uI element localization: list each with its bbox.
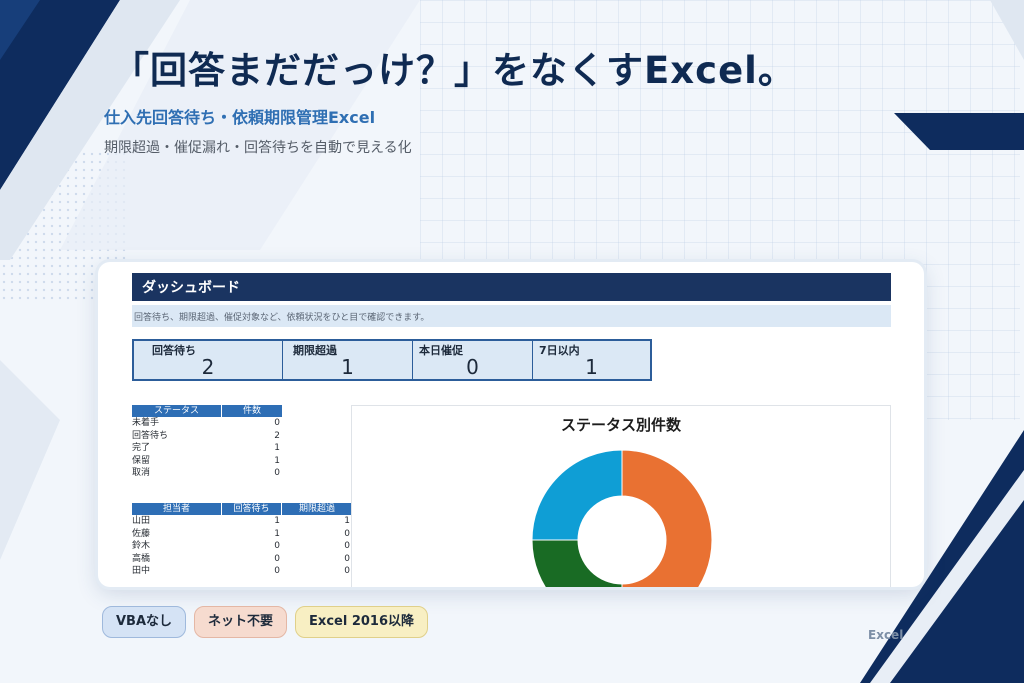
badge-offline: ネット不要 — [194, 606, 288, 638]
table-row: 完了 1 — [132, 442, 282, 455]
owner-table-header: 担当者 回答待ち 期限超過 — [132, 503, 352, 515]
status-table: ステータス 件数 未着手 0 回答待ち 2 完了 1 保留 1 取消 0 — [132, 405, 282, 480]
column-header: 担当者 — [132, 503, 222, 515]
owner-table: 担当者 回答待ち 期限超過 山田 1 1 佐藤 1 0 鈴木 0 0 高橋 0 0 田中 0 0 — [132, 503, 352, 578]
kpi-overdue: 期限超過 1 — [283, 341, 413, 379]
table-cell: 2 — [274, 430, 280, 441]
column-header: 件数 — [242, 406, 261, 416]
column-header: 回答待ち — [222, 503, 282, 515]
dashboard-header: ダッシュボード — [132, 273, 891, 301]
table-row: 佐藤 1 0 — [132, 528, 352, 541]
table-row: 山田 1 1 — [132, 515, 352, 528]
table-cell: 高橋 — [132, 553, 151, 564]
kpi-value: 2 — [201, 355, 215, 379]
table-cell: 佐藤 — [132, 528, 151, 539]
table-cell: 0 — [344, 566, 350, 576]
donut-slice-2 — [531, 449, 623, 541]
kpi-waiting: 回答待ち 2 — [134, 341, 283, 379]
status-chart-panel: ステータス別件数 — [351, 405, 891, 587]
donut-slice-1 — [531, 539, 623, 587]
kpi-within-7-days: 7日以内 1 — [533, 341, 650, 379]
kpi-value: 1 — [341, 355, 354, 379]
table-cell: 山田 — [132, 516, 151, 526]
table-cell: 取消 — [132, 468, 151, 478]
table-row: 保留 1 — [132, 455, 282, 468]
table-cell: 0 — [274, 553, 280, 564]
table-row: 高橋 0 0 — [132, 553, 352, 566]
dashboard-screenshot: ダッシュボード 回答待ち、期限超過、催促対象など、依頼状況をひと目で確認できます… — [98, 262, 924, 587]
table-cell: 保留 — [132, 455, 151, 466]
feature-badges: VBAなし ネット不要 Excel 2016以降 — [102, 606, 428, 638]
table-cell: 1 — [344, 516, 350, 526]
kpi-today-reminder: 本日催促 0 — [413, 341, 533, 379]
table-row: 鈴木 0 0 — [132, 540, 352, 553]
table-row: 未着手 0 — [132, 417, 282, 430]
table-row: 取消 0 — [132, 467, 282, 480]
table-cell: 1 — [274, 528, 280, 539]
column-header: ステータス — [132, 405, 222, 417]
table-cell: 鈴木 — [132, 541, 151, 551]
table-cell: 0 — [344, 528, 350, 539]
kpi-row: 回答待ち 2 期限超過 1 本日催促 0 7日以内 1 — [132, 339, 652, 381]
badge-excel-version: Excel 2016以降 — [295, 606, 428, 638]
table-cell: 0 — [274, 418, 280, 428]
dashboard-note: 回答待ち、期限超過、催促対象など、依頼状況をひと目で確認できます。 — [132, 305, 891, 327]
table-cell: 1 — [274, 455, 280, 466]
hero: 「回答まだだっけ？」をなくすExcel。 — [112, 40, 796, 94]
table-row: 回答待ち 2 — [132, 430, 282, 443]
status-table-header: ステータス 件数 — [132, 405, 282, 417]
hero-title: 「回答まだだっけ？」をなくすExcel。 — [112, 49, 796, 92]
table-cell: 1 — [274, 443, 280, 453]
excel-watermark: Excel — [868, 628, 904, 642]
kpi-value: 0 — [466, 355, 479, 379]
table-cell: 1 — [274, 516, 280, 526]
kpi-value: 1 — [585, 355, 598, 379]
table-cell: 0 — [274, 468, 280, 478]
donut-slice-0 — [621, 449, 713, 587]
table-cell: 0 — [274, 541, 280, 551]
table-cell: 回答待ち — [132, 430, 169, 441]
table-cell: 未着手 — [132, 418, 160, 428]
donut-chart — [531, 449, 713, 587]
table-cell: 完了 — [132, 443, 151, 453]
table-cell: 0 — [344, 541, 350, 551]
table-cell: 0 — [344, 553, 350, 564]
badge-no-vba: VBAなし — [102, 606, 187, 638]
column-header: 期限超過 — [298, 504, 335, 514]
table-row: 田中 0 0 — [132, 565, 352, 578]
table-cell: 田中 — [132, 566, 151, 576]
table-cell: 0 — [274, 566, 280, 576]
hero-subtitle: 仕入先回答待ち・依頼期限管理Excel — [104, 108, 376, 127]
hero-description: 期限超過・催促漏れ・回答待ちを自動で見える化 — [104, 140, 412, 156]
